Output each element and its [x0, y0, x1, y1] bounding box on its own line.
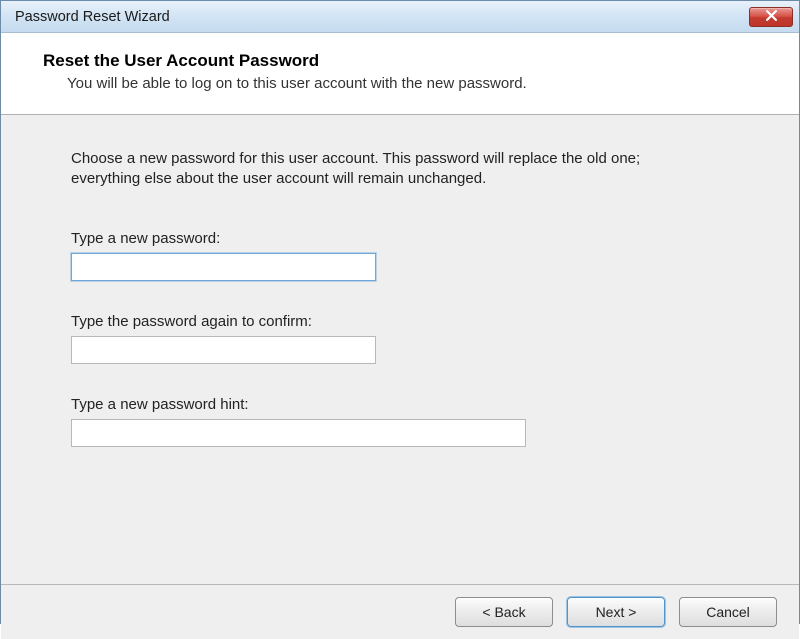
next-button[interactable]: Next >	[567, 597, 665, 627]
new-password-label: Type a new password:	[71, 230, 729, 247]
page-subtitle: You will be able to log on to this user …	[67, 75, 779, 92]
new-password-input[interactable]	[71, 253, 376, 281]
content-panel: Choose a new password for this user acco…	[1, 115, 799, 585]
page-title: Reset the User Account Password	[43, 51, 779, 71]
close-button[interactable]	[749, 7, 793, 27]
password-hint-input[interactable]	[71, 419, 526, 447]
confirm-password-input[interactable]	[71, 336, 376, 364]
confirm-password-label: Type the password again to confirm:	[71, 313, 729, 330]
field-confirm-password: Type the password again to confirm:	[71, 313, 729, 364]
password-hint-label: Type a new password hint:	[71, 396, 729, 413]
close-icon	[766, 8, 777, 26]
instruction-text: Choose a new password for this user acco…	[71, 149, 641, 190]
header-panel: Reset the User Account Password You will…	[1, 33, 799, 115]
field-password-hint: Type a new password hint:	[71, 396, 729, 447]
button-bar: < Back Next > Cancel	[1, 585, 799, 639]
titlebar: Password Reset Wizard	[1, 1, 799, 33]
back-button[interactable]: < Back	[455, 597, 553, 627]
field-new-password: Type a new password:	[71, 230, 729, 281]
cancel-button[interactable]: Cancel	[679, 597, 777, 627]
wizard-window: Password Reset Wizard Reset the User Acc…	[0, 0, 800, 624]
window-title: Password Reset Wizard	[15, 9, 170, 25]
